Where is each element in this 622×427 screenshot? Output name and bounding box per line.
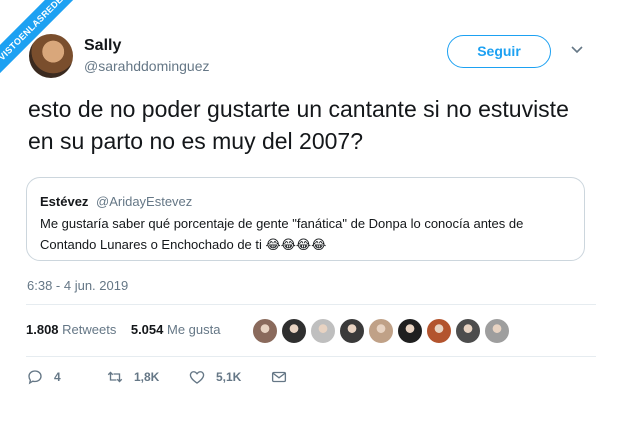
liker-avatar[interactable] <box>252 318 278 344</box>
author-name[interactable]: Sally <box>84 37 121 55</box>
reply-count: 4 <box>54 370 61 384</box>
engagement-stats: 1.808 Retweets 5.054 Me gusta <box>26 322 221 337</box>
likes-stat[interactable]: 5.054 Me gusta <box>131 322 221 337</box>
liker-avatar[interactable] <box>368 318 394 344</box>
liker-avatar[interactable] <box>310 318 336 344</box>
message-icon <box>271 371 287 383</box>
reply-button[interactable]: 4 <box>26 368 61 386</box>
liker-avatar[interactable] <box>281 318 307 344</box>
liker-avatar[interactable] <box>455 318 481 344</box>
heart-icon <box>189 371 205 384</box>
retweet-icon <box>107 371 123 383</box>
reply-icon <box>28 370 42 385</box>
tweet-actions: 4 1,8K 5,1K <box>26 368 326 388</box>
liker-avatar[interactable] <box>426 318 452 344</box>
avatar[interactable] <box>29 34 73 78</box>
divider <box>26 356 596 357</box>
quoted-tweet[interactable]: Estévez @AridayEstevez Me gustaría saber… <box>26 177 585 261</box>
likes-label: Me gusta <box>167 322 221 337</box>
follow-button[interactable]: Seguir <box>447 35 551 68</box>
retweets-count: 1.808 <box>26 322 59 337</box>
retweets-stat[interactable]: 1.808 Retweets <box>26 322 120 337</box>
retweet-count: 1,8K <box>134 370 160 384</box>
chevron-down-icon[interactable] <box>570 42 584 56</box>
likes-count: 5.054 <box>130 322 164 337</box>
quoted-author-handle: @AridayEstevez <box>96 194 193 209</box>
retweets-label: Retweets <box>62 322 117 337</box>
divider <box>26 304 596 305</box>
retweet-button[interactable]: 1,8K <box>106 368 159 386</box>
like-button[interactable]: 5,1K <box>188 368 241 386</box>
author-handle[interactable]: @sarahddominguez <box>84 58 210 74</box>
like-count: 5,1K <box>216 370 242 384</box>
liker-avatar[interactable] <box>339 318 365 344</box>
liker-avatar[interactable] <box>397 318 423 344</box>
quoted-tweet-text: Me gustaría saber qué porcentaje de gent… <box>40 216 524 252</box>
tweet-text: esto de no poder gustarte un cantante si… <box>28 96 569 154</box>
quoted-author-name: Estévez <box>40 194 89 209</box>
tweet-timestamp[interactable]: 6:38 - 4 jun. 2019 <box>27 278 128 293</box>
message-button[interactable] <box>270 368 288 386</box>
liker-avatar[interactable] <box>484 318 510 344</box>
